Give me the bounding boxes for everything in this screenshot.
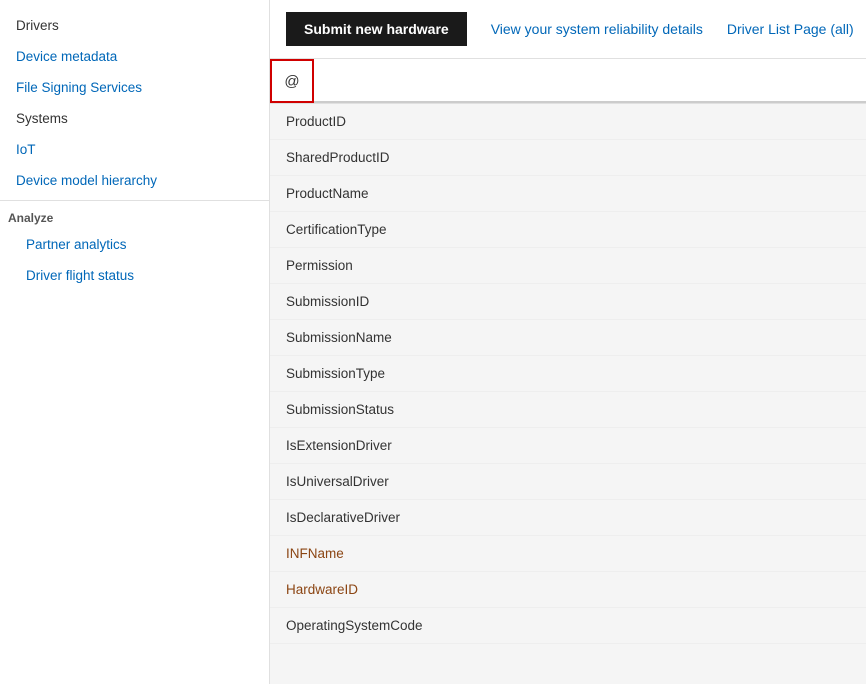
list-item[interactable]: SubmissionID xyxy=(270,284,866,320)
list-item-text: Permission xyxy=(286,258,353,273)
list-item-text: SubmissionName xyxy=(286,330,392,345)
list-item[interactable]: HardwareID xyxy=(270,572,866,608)
list-item[interactable]: OperatingSystemCode xyxy=(270,608,866,644)
toolbar: Submit new hardware View your system rel… xyxy=(270,0,866,59)
sidebar-item-systems[interactable]: Systems xyxy=(0,103,269,134)
list-item-text: SubmissionID xyxy=(286,294,369,309)
list-item[interactable]: IsUniversalDriver xyxy=(270,464,866,500)
list-item-text: SubmissionType xyxy=(286,366,385,381)
list-item-text: HardwareID xyxy=(286,582,358,597)
sidebar-item-file-signing[interactable]: File Signing Services xyxy=(0,72,269,103)
sidebar-item-device-model-hierarchy[interactable]: Device model hierarchy xyxy=(0,165,269,196)
sidebar-item-iot[interactable]: IoT xyxy=(0,134,269,165)
list-item[interactable]: IsDeclarativeDriver xyxy=(270,500,866,536)
list-item-text: IsExtensionDriver xyxy=(286,438,392,453)
sidebar-item-label: IoT xyxy=(16,142,36,157)
list-item[interactable]: Permission xyxy=(270,248,866,284)
analyze-section-label: Analyze xyxy=(0,200,269,229)
sidebar-item-label: File Signing Services xyxy=(16,80,142,95)
reliability-link[interactable]: View your system reliability details xyxy=(491,21,703,37)
sidebar-item-partner-analytics[interactable]: Partner analytics xyxy=(0,229,269,260)
list-item[interactable]: SharedProductID xyxy=(270,140,866,176)
sidebar-item-label: Systems xyxy=(16,111,68,126)
list-item-text: ProductID xyxy=(286,114,346,129)
sidebar-item-label: Driver flight status xyxy=(26,268,134,283)
filter-row: @ xyxy=(270,59,866,104)
sidebar: Drivers Device metadata File Signing Ser… xyxy=(0,0,270,684)
sidebar-item-device-metadata[interactable]: Device metadata xyxy=(0,41,269,72)
submit-new-hardware-button[interactable]: Submit new hardware xyxy=(286,12,467,46)
at-icon: @ xyxy=(284,73,299,90)
sidebar-item-label: Drivers xyxy=(16,18,59,33)
filter-input[interactable] xyxy=(314,59,866,103)
list-item-text: ProductName xyxy=(286,186,369,201)
list-item-text: SharedProductID xyxy=(286,150,390,165)
list-item-text: IsUniversalDriver xyxy=(286,474,389,489)
list-item[interactable]: IsExtensionDriver xyxy=(270,428,866,464)
filter-icon-box: @ xyxy=(270,59,314,103)
sidebar-item-label: Device metadata xyxy=(16,49,117,64)
driver-list-link[interactable]: Driver List Page (all) xyxy=(727,21,854,37)
sidebar-item-label: Device model hierarchy xyxy=(16,173,157,188)
list-item[interactable]: CertificationType xyxy=(270,212,866,248)
sidebar-item-drivers[interactable]: Drivers xyxy=(0,10,269,41)
list-item[interactable]: ProductName xyxy=(270,176,866,212)
list-item[interactable]: SubmissionName xyxy=(270,320,866,356)
list-item[interactable]: SubmissionType xyxy=(270,356,866,392)
list-item-text: SubmissionStatus xyxy=(286,402,394,417)
sidebar-item-driver-flight-status[interactable]: Driver flight status xyxy=(0,260,269,291)
list-item-text: CertificationType xyxy=(286,222,387,237)
main-content: Submit new hardware View your system rel… xyxy=(270,0,866,684)
list-item-text: OperatingSystemCode xyxy=(286,618,423,633)
list-container: ProductID SharedProductID ProductName Certi… xyxy=(270,104,866,644)
list-item[interactable]: ProductID xyxy=(270,104,866,140)
content-area: @ ProductID SharedProductID ProductName Cer… xyxy=(270,59,866,684)
list-item-text: INFName xyxy=(286,546,344,561)
list-item-text: IsDeclarativeDriver xyxy=(286,510,400,525)
list-item[interactable]: INFName xyxy=(270,536,866,572)
list-item[interactable]: SubmissionStatus xyxy=(270,392,866,428)
sidebar-item-label: Partner analytics xyxy=(26,237,127,252)
